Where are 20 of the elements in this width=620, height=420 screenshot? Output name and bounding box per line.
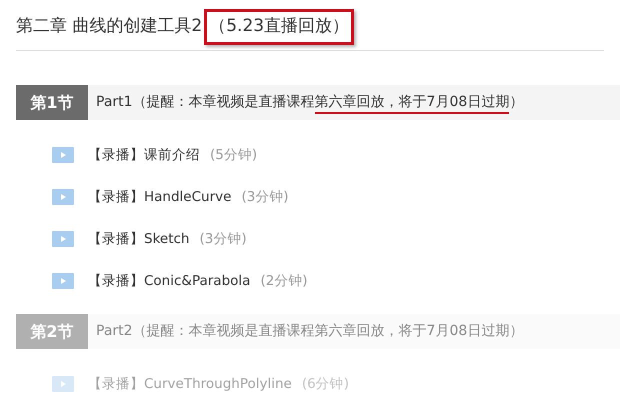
lesson-link[interactable]: 【录播】课前介绍 (88, 144, 200, 166)
section-title: Part1（提醒：本章视频是直播课程第六章回放，将于7月08日过期） (88, 92, 524, 113)
play-icon[interactable] (52, 147, 74, 163)
lesson-link[interactable]: 【录播】HandleCurve (88, 186, 232, 208)
lesson-link[interactable]: 【录播】Conic&Parabola (88, 270, 250, 292)
play-icon[interactable] (52, 273, 74, 289)
play-icon[interactable] (52, 376, 74, 392)
section-badge: 第1节 (16, 85, 88, 120)
lesson-duration: (3分钟) (241, 188, 289, 207)
section-header[interactable]: 第1节 Part1（提醒：本章视频是直播课程第六章回放，将于7月08日过期） (16, 85, 620, 120)
lesson-duration: (5分钟) (210, 146, 258, 165)
section-badge: 第2节 (16, 314, 88, 349)
section-title: Part2（提醒：本章视频是直播课程第六章回放，将于7月08日过期） (95, 322, 524, 341)
lesson-link[interactable]: 【录播】Sketch (88, 228, 190, 250)
lesson-duration: (2分钟) (260, 272, 308, 291)
page-title: 第二章 曲线的创建工具2 （5.23直播回放） (0, 0, 620, 44)
lesson-duration: (6分钟) (302, 374, 349, 394)
lesson-duration: (3分钟) (199, 230, 247, 249)
play-icon[interactable] (52, 189, 74, 205)
play-icon[interactable] (52, 231, 74, 247)
